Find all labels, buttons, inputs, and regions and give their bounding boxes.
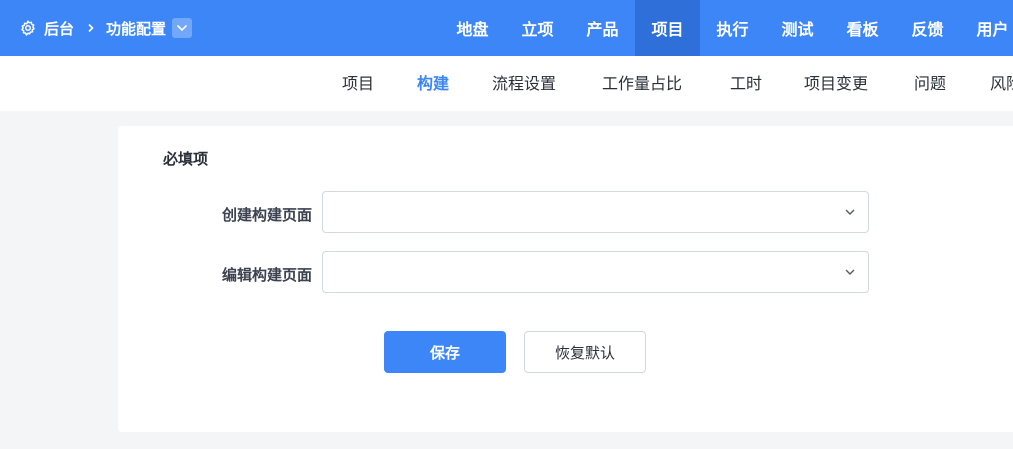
nav-item-user[interactable]: 用户 [960, 0, 1013, 56]
edit-page-select[interactable] [322, 251, 869, 293]
subnav-item-issue[interactable]: 问题 [914, 56, 946, 111]
subnav-item-change[interactable]: 项目变更 [804, 56, 868, 111]
edit-page-label: 编辑构建页面 [221, 266, 312, 284]
sub-nav: 项目 构建 流程设置 工作量占比 工时 项目变更 问题 风险 [0, 56, 1013, 111]
nav-item-execution[interactable]: 执行 [700, 0, 765, 56]
nav-item-kanban[interactable]: 看板 [830, 0, 895, 56]
subnav-item-risk[interactable]: 风险 [990, 56, 1013, 111]
create-page-select[interactable] [322, 191, 869, 233]
nav-item-initiation[interactable]: 立项 [505, 0, 570, 56]
subnav-item-build[interactable]: 构建 [417, 56, 449, 111]
nav-item-dashboard[interactable]: 地盘 [440, 0, 505, 56]
create-page-label: 创建构建页面 [221, 206, 312, 224]
subnav-item-project[interactable]: 项目 [342, 56, 374, 111]
config-card: 必填项 创建构建页面 编辑构建页面 保存 恢复默认 [118, 126, 1013, 432]
module-dropdown-button[interactable] [172, 18, 193, 38]
breadcrumb: 后台 功能配置 [20, 0, 193, 56]
main-nav: 地盘 立项 产品 项目 执行 测试 看板 反馈 用户 [440, 0, 1013, 56]
subnav-item-hours[interactable]: 工时 [730, 56, 762, 111]
section-title: 必填项 [163, 150, 209, 168]
nav-item-product[interactable]: 产品 [570, 0, 635, 56]
nav-item-feedback[interactable]: 反馈 [895, 0, 960, 56]
reset-default-button[interactable]: 恢复默认 [524, 331, 646, 373]
subnav-item-workflow[interactable]: 流程设置 [492, 56, 556, 111]
subnav-item-workload[interactable]: 工作量占比 [602, 56, 682, 111]
gear-icon[interactable] [20, 20, 36, 36]
breadcrumb-current: 功能配置 [106, 19, 167, 38]
nav-item-test[interactable]: 测试 [765, 0, 830, 56]
breadcrumb-root[interactable]: 后台 [44, 18, 74, 39]
top-header: 后台 功能配置 地盘 立项 产品 项目 执行 测试 看板 反馈 用户 [0, 0, 1013, 56]
chevron-down-icon [844, 208, 856, 216]
chevron-down-icon [844, 268, 856, 276]
chevron-right-icon [86, 23, 96, 33]
nav-item-project[interactable]: 项目 [635, 0, 700, 56]
save-button[interactable]: 保存 [384, 331, 506, 373]
